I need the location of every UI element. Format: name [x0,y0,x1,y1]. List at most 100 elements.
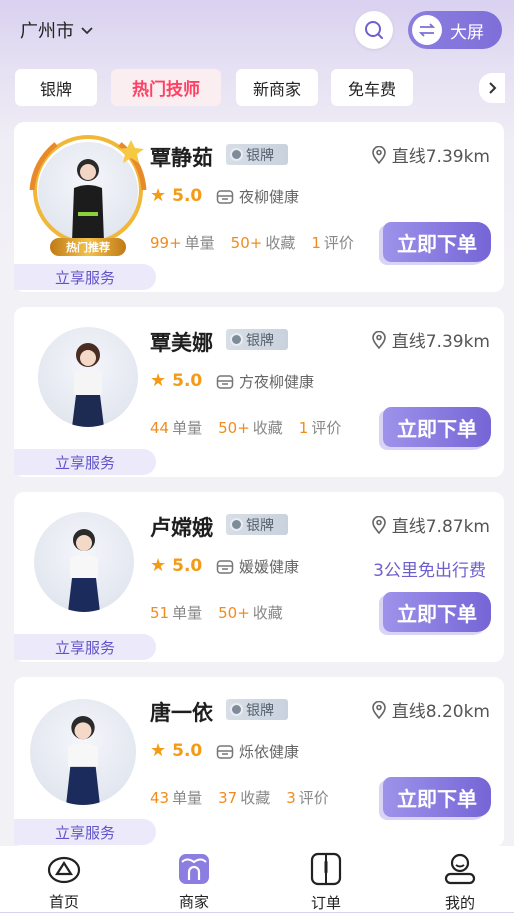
tab-hot-technician[interactable]: 热门技师 [111,69,221,106]
tab-new-merchant[interactable]: 新商家 [236,69,318,106]
person-photo-icon [66,715,100,805]
city-selector[interactable]: 广州市 [20,17,94,43]
distance: 直线7.39km [371,142,490,167]
stat-reviews: 1 评价 [311,234,354,252]
stat-favorites: 50+ 收藏 [218,604,283,622]
search-icon [365,21,383,39]
nav-orders[interactable]: 订单 [262,846,390,912]
tier-label: 银牌 [246,517,274,534]
location-pin-icon [371,700,386,719]
chevron-down-icon [81,27,93,35]
nav-home[interactable]: 首页 [0,846,128,912]
avatar-area [38,327,138,437]
technician-name: 覃美娜 [150,331,213,355]
stat-orders: 51 单量 [150,604,203,622]
technician-card[interactable]: 立享服务 卢嫦娥 银牌 直线7.87km ★ 5.0 媛媛健康 3公里免出行费 5… [14,492,504,662]
stat-favorites: 50+ 收藏 [218,419,283,437]
shop-info[interactable]: 媛媛健康 [216,556,299,577]
tier-label: 银牌 [246,702,274,719]
tier-badge: 银牌 [226,514,288,535]
swap-icon [412,15,442,45]
serve-tag: 立享服务 [14,264,156,290]
distance: 直线7.87km [371,512,490,537]
nav-profile[interactable]: 我的 [396,846,514,912]
avatar [38,327,138,427]
rating: ★ 5.0 [150,555,202,576]
star-icon: ★ [150,370,167,391]
nav-merchant[interactable]: 商家 [130,846,258,912]
rating: ★ 5.0 [150,185,202,206]
rating-value: 5.0 [172,370,203,391]
stat-favorites: 50+ 收藏 [230,234,296,252]
stats-row: 43 单量 37 收藏 3 评价 [150,787,345,808]
stat-reviews: 1 评价 [298,419,342,437]
stat-reviews: 3 评价 [286,789,329,807]
rating: ★ 5.0 [150,370,202,391]
rating-value: 5.0 [172,555,203,576]
rating: ★ 5.0 [150,740,202,761]
avatar-area [34,512,138,622]
search-button[interactable] [355,11,393,49]
tabs-more-button[interactable] [479,73,505,103]
city-label: 广州市 [20,21,74,42]
stat-orders: 43 单量 [150,789,203,807]
tab-silver[interactable]: 银牌 [15,69,97,106]
chevron-right-icon [489,82,497,94]
technician-card[interactable]: 立享服务 覃美娜 银牌 直线7.39km ★ 5.0 方夜柳健康 44 单量 50+… [14,307,504,477]
technician-card[interactable]: 立享服务 唐一依 银牌 直线8.20km ★ 5.0 烁依健康 43 单量 37 收藏… [14,677,504,847]
bottom-nav: 首页 商家 订单 我的 [0,846,514,912]
tier-label: 银牌 [246,332,274,349]
filter-tabs: 银牌 热门技师 新商家 免车费 [15,69,514,107]
stat-favorites: 37 收藏 [218,789,271,807]
distance-label: 直线8.20km [391,702,490,722]
star-icon: ★ [150,740,167,761]
location-pin-icon [371,145,386,164]
order-now-button[interactable]: 立即下单 [383,407,491,447]
order-now-button[interactable]: 立即下单 [383,777,491,817]
shop-icon [216,189,234,204]
shop-info[interactable]: 方夜柳健康 [216,371,314,392]
shop-name: 烁依健康 [239,743,300,761]
tier-badge: 银牌 [226,329,288,350]
shop-info[interactable]: 夜柳健康 [216,186,299,207]
order-icon [309,852,343,886]
technician-name: 唐一依 [150,701,213,725]
order-now-button[interactable]: 立即下单 [383,222,491,262]
technician-name: 卢嫦娥 [150,516,213,540]
shop-icon [177,852,211,885]
stat-orders: 99+ 单量 [150,234,215,252]
serve-tag: 立享服务 [14,634,156,660]
location-pin-icon [371,515,386,534]
bigscreen-toggle[interactable]: 大屏 [408,11,502,49]
shop-name: 方夜柳健康 [239,373,315,391]
tier-badge: 银牌 [226,699,288,720]
distance-label: 直线7.87km [391,517,490,537]
home-icon [47,852,81,885]
avatar [30,699,136,805]
tier-label: 银牌 [246,147,274,164]
shop-icon [216,374,234,389]
shop-info[interactable]: 烁依健康 [216,741,299,762]
technician-name: 覃静茹 [150,146,213,170]
silver-coin-icon [230,148,243,161]
stats-row: 44 单量 50+ 收藏 1 评价 [150,417,357,438]
hot-badge: 热门推荐 [50,238,126,256]
hot-frame-icon [29,135,147,245]
distance-label: 直线7.39km [391,332,490,352]
profile-icon [443,852,477,886]
avatar-area: 热门推荐 [29,135,147,256]
stat-orders: 44 单量 [150,419,203,437]
free-travel-promo: 3公里免出行费 [373,561,486,581]
serve-tag: 立享服务 [14,449,156,475]
order-now-button[interactable]: 立即下单 [383,592,491,632]
avatar-area [30,697,138,807]
bigscreen-label: 大屏 [450,22,484,43]
distance: 直线7.39km [371,327,490,352]
tab-free-fare[interactable]: 免车费 [331,69,413,106]
technician-card[interactable]: 热门推荐 立享服务 覃静茹 银牌 直线7.39km ★ 5.0 夜柳健康 99+ 单… [14,122,504,292]
shop-name: 夜柳健康 [239,188,300,206]
stats-row: 99+ 单量 50+ 收藏 1 评价 [150,232,370,253]
nav-profile-label: 我的 [444,894,475,912]
star-icon: ★ [150,185,167,206]
stats-row: 51 单量 50+ 收藏 [150,602,299,623]
